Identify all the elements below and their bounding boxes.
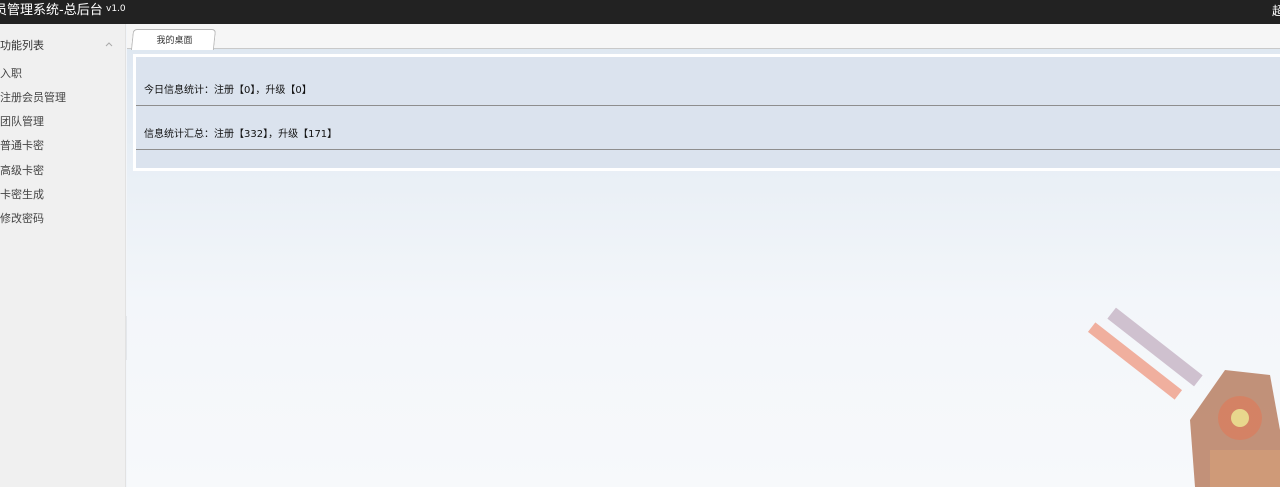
tab-strip: 我的桌面 — [127, 24, 1280, 50]
sidebar-item-team-management[interactable]: 团队管理 — [0, 112, 120, 132]
chevron-up-icon[interactable] — [103, 35, 115, 47]
sidebar-title: 功能列表 — [0, 39, 44, 52]
stat-total-text: 信息统计汇总：注册【332】，升级【171】 — [144, 129, 338, 140]
app-version: v1.0 — [106, 4, 126, 14]
stat-row-today: 今日信息统计：注册【0】，升级【0】 — [136, 62, 1280, 106]
sidebar-item-standard-cards[interactable]: 普通卡密 — [0, 136, 120, 156]
main-content: 我的桌面 今日信息统计：注册【0】，升级【0】 信息统计汇总：注册【332】，升… — [127, 24, 1280, 487]
sidebar-item-premium-cards[interactable]: 高级卡密 — [0, 161, 120, 181]
tab-label: 我的桌面 — [156, 36, 193, 46]
sidebar: 功能列表 入职 注册会员管理 团队管理 普通卡密 高级卡密 卡密生成 修改密码 — [0, 24, 126, 487]
sidebar-item-change-password[interactable]: 修改密码 — [0, 209, 120, 229]
user-menu[interactable]: 超 — [1272, 3, 1280, 19]
tab-my-desktop[interactable]: 我的桌面 — [130, 29, 217, 50]
stat-today-text: 今日信息统计：注册【0】，升级【0】 — [144, 85, 312, 96]
sidebar-item-onboarding[interactable]: 入职 — [0, 64, 120, 84]
app-title: 员管理系统-总后台 — [0, 3, 103, 18]
stats-panel: 今日信息统计：注册【0】，升级【0】 信息统计汇总：注册【332】，升级【171… — [133, 54, 1280, 171]
sidebar-item-member-management[interactable]: 注册会员管理 — [0, 88, 120, 108]
sidebar-header[interactable]: 功能列表 — [0, 33, 126, 57]
top-bar: 员管理系统-总后台 v1.0 超 — [0, 0, 1280, 24]
stat-row-total: 信息统计汇总：注册【332】，升级【171】 — [136, 106, 1280, 150]
windmill-illustration — [1087, 307, 1280, 487]
sidebar-item-card-generate[interactable]: 卡密生成 — [0, 185, 120, 205]
